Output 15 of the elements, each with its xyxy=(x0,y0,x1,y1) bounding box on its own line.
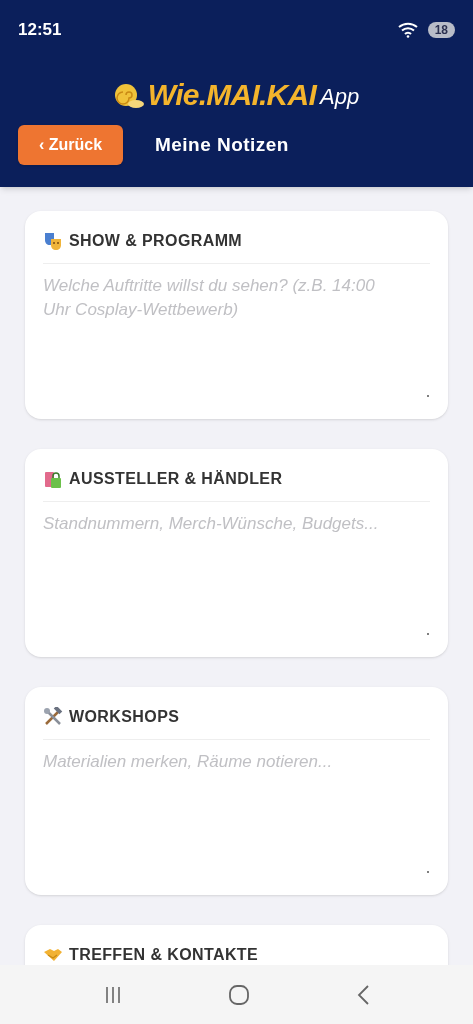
section-heading: WORKSHOPS xyxy=(69,707,180,727)
app-logo-suffix: App xyxy=(320,86,360,108)
wifi-icon xyxy=(397,22,420,38)
app-logo: Wie.MAI.KAI xyxy=(147,80,316,110)
status-time: 12:51 xyxy=(18,19,62,42)
home-icon[interactable] xyxy=(228,983,251,1006)
section-heading: TREFFEN & KONTAKTE xyxy=(69,945,259,965)
back-icon[interactable] xyxy=(356,983,371,1006)
hammer-and-wrench-icon xyxy=(43,707,63,727)
section-heading: AUSSTELLER & HÄNDLER xyxy=(69,469,283,489)
handshake-icon xyxy=(43,947,63,963)
battery-level: 18 xyxy=(427,22,455,38)
section-heading: SHOW & PROGRAMM xyxy=(69,231,243,251)
back-button[interactable]: ‹ Zurück xyxy=(18,125,123,165)
page-title: Meine Notizen xyxy=(155,132,289,157)
